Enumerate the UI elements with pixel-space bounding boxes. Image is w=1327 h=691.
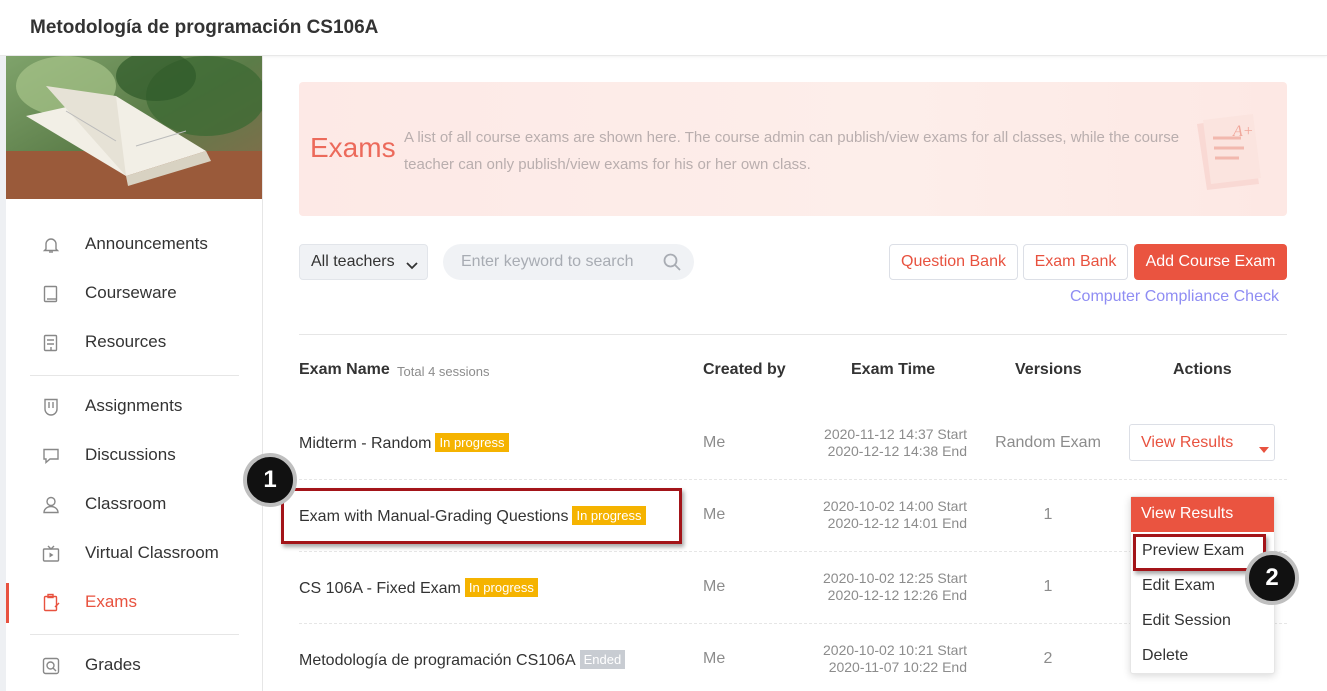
view-results-label: View Results [1141, 434, 1234, 451]
sidebar-item-assignments[interactable]: Assignments [6, 387, 262, 427]
caret-down-icon[interactable] [1259, 440, 1269, 458]
sidebar-item-exams[interactable]: Exams [6, 583, 262, 623]
folder-icon [41, 333, 61, 353]
sidebar-item-label: Exams [85, 592, 137, 611]
header-created-by: Created by [703, 361, 786, 378]
exam-title: Midterm - Random [299, 435, 432, 452]
exam-name[interactable]: CS 106A - Fixed Exam In progress [299, 578, 538, 598]
sidebar-item-classroom[interactable]: Classroom [6, 485, 262, 525]
teacher-filter-select[interactable]: All teachers [299, 244, 428, 280]
exam-start-time: 2020-10-02 10:21 Start [823, 642, 967, 658]
view-results-split-button[interactable]: View Results [1129, 424, 1275, 461]
step-marker-1: 1 [243, 453, 297, 507]
dropdown-view-results[interactable]: View Results [1131, 497, 1274, 532]
step-marker-2: 2 [1245, 551, 1299, 605]
exam-end-time: 2020-12-12 12:26 End [827, 587, 967, 603]
highlight-box-preview [1133, 534, 1266, 571]
header-exam-time: Exam Time [851, 361, 936, 378]
menu-item-edit-session[interactable]: Edit Session [1142, 612, 1231, 630]
menu-item-edit-exam[interactable]: Edit Exam [1142, 577, 1215, 595]
exam-end-time: 2020-12-12 14:38 End [827, 443, 967, 459]
sidebar: Announcements Courseware Resources Assig… [6, 56, 263, 691]
computer-compliance-check-link[interactable]: Computer Compliance Check [1070, 288, 1279, 306]
versions: 1 [1043, 506, 1053, 523]
add-course-exam-button[interactable]: Add Course Exam [1134, 244, 1287, 280]
clipboard-icon [41, 593, 61, 613]
status-badge: Ended [579, 650, 626, 669]
created-by: Me [703, 434, 726, 451]
chat-icon [41, 446, 61, 466]
sidebar-item-label: Grades [85, 655, 141, 674]
sidebar-item-resources[interactable]: Resources [6, 323, 262, 363]
nav-divider [30, 634, 239, 635]
header-exam-name: Exam Name [299, 361, 390, 378]
svg-text:A+: A+ [1232, 123, 1254, 140]
created-by: Me [703, 578, 726, 595]
sidebar-item-discussions[interactable]: Discussions [6, 436, 262, 476]
versions: Random Exam [995, 434, 1101, 451]
book-icon [41, 284, 61, 304]
chevron-down-icon [406, 257, 418, 275]
sidebar-item-label: Resources [85, 332, 167, 351]
sidebar-item-label: Virtual Classroom [85, 543, 219, 562]
search-icon[interactable] [662, 252, 682, 277]
sidebar-item-virtual-classroom[interactable]: Virtual Classroom [6, 534, 262, 574]
question-bank-button[interactable]: Question Bank [889, 244, 1018, 280]
sidebar-item-announcements[interactable]: Announcements [6, 225, 262, 265]
created-by: Me [703, 506, 726, 523]
highlight-box-exam [281, 488, 682, 544]
banner-title: Exams [310, 132, 396, 163]
video-icon [41, 544, 61, 564]
sidebar-item-courseware[interactable]: Courseware [6, 274, 262, 314]
sidebar-item-label: Assignments [85, 396, 183, 415]
exam-paper-icon: A+ [1187, 104, 1277, 199]
nav-divider [30, 375, 239, 376]
exam-end-time: 2020-12-12 14:01 End [827, 515, 967, 531]
header-versions: Versions [1015, 361, 1082, 378]
versions: 1 [1043, 578, 1053, 595]
created-by: Me [703, 650, 726, 667]
status-badge: In progress [435, 433, 509, 452]
header-actions: Actions [1173, 361, 1232, 378]
magnifier-icon [41, 656, 61, 676]
banner-description: A list of all course exams are shown her… [404, 129, 1180, 173]
row-divider [299, 479, 1287, 480]
versions: 2 [1043, 650, 1053, 667]
total-sessions: Total 4 sessions [397, 364, 490, 379]
sidebar-item-label: Announcements [85, 234, 208, 253]
exam-start-time: 2020-10-02 14:00 Start [823, 498, 967, 514]
bell-icon [41, 235, 61, 255]
sidebar-item-label: Discussions [85, 445, 176, 464]
divider [299, 334, 1287, 335]
menu-item-delete[interactable]: Delete [1142, 647, 1188, 665]
course-cover-image [6, 56, 262, 199]
person-icon [41, 495, 61, 515]
status-badge: In progress [464, 578, 538, 597]
sidebar-item-grades[interactable]: Grades [6, 646, 262, 686]
search-input[interactable] [443, 244, 694, 280]
sidebar-item-label: Courseware [85, 283, 177, 302]
top-bar: Metodología de programación CS106A [0, 0, 1327, 56]
teacher-filter-value: All teachers [311, 253, 395, 270]
exam-end-time: 2020-11-07 10:22 End [828, 659, 967, 675]
exam-start-time: 2020-10-02 12:25 Start [823, 570, 967, 586]
exam-title: Metodología de programación CS106A [299, 652, 576, 669]
exam-name[interactable]: Metodología de programación CS106A Ended [299, 650, 626, 670]
sidebar-item-label: Classroom [85, 494, 167, 513]
exam-start-time: 2020-11-12 14:37 Start [824, 426, 967, 442]
course-title: Metodología de programación CS106A [30, 17, 379, 38]
exam-name[interactable]: Midterm - Random In progress [299, 433, 509, 453]
bookmark-shield-icon [41, 397, 61, 417]
exams-banner: Exams A list of all course exams are sho… [299, 82, 1287, 216]
exam-title: CS 106A - Fixed Exam [299, 580, 461, 597]
exam-bank-button[interactable]: Exam Bank [1023, 244, 1128, 280]
